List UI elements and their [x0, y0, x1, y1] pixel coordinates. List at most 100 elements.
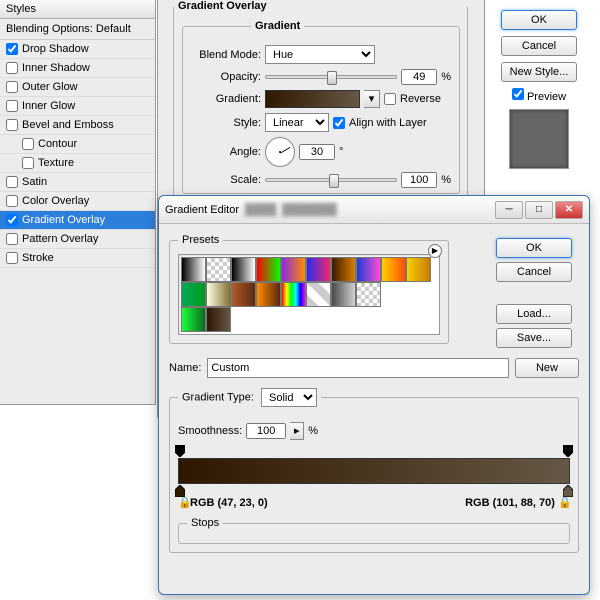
style-checkbox[interactable]: [6, 43, 18, 55]
preset-swatch[interactable]: [381, 257, 406, 282]
preset-swatch[interactable]: [281, 282, 306, 307]
style-label: Texture: [38, 157, 74, 169]
reverse-checkbox[interactable]: [384, 93, 396, 105]
style-item-drop-shadow[interactable]: Drop Shadow: [0, 40, 155, 59]
opacity-input[interactable]: [401, 69, 437, 85]
style-checkbox[interactable]: [6, 119, 18, 131]
save-button[interactable]: Save...: [496, 328, 572, 348]
color-stop-right[interactable]: [563, 485, 573, 497]
style-item-satin[interactable]: Satin: [0, 173, 155, 192]
preset-swatch[interactable]: [206, 282, 231, 307]
align-checkbox[interactable]: [333, 117, 345, 129]
style-checkbox[interactable]: [6, 233, 18, 245]
color-stop-left[interactable]: [175, 485, 185, 497]
styles-header: Styles: [0, 0, 155, 19]
gradient-type-select[interactable]: Solid: [261, 388, 317, 407]
preset-swatch[interactable]: [181, 282, 206, 307]
maximize-icon[interactable]: □: [525, 201, 553, 219]
preset-swatch: [356, 307, 381, 332]
angle-input[interactable]: [299, 144, 335, 160]
cancel-button[interactable]: Cancel: [501, 36, 577, 56]
new-style-button[interactable]: New Style...: [501, 62, 577, 82]
style-item-outer-glow[interactable]: Outer Glow: [0, 78, 155, 97]
gradient-type-fieldset: Gradient Type: Solid Smoothness: ▸ % 🔒RG…: [169, 388, 579, 553]
style-item-inner-glow[interactable]: Inner Glow: [0, 97, 155, 116]
style-label: Inner Shadow: [22, 62, 90, 74]
style-item-color-overlay[interactable]: Color Overlay: [0, 192, 155, 211]
style-label: Style:: [191, 117, 261, 129]
lock-icon: 🔒: [558, 496, 570, 509]
preset-swatch[interactable]: [231, 257, 256, 282]
editor-cancel-button[interactable]: Cancel: [496, 262, 572, 282]
style-label: Inner Glow: [22, 100, 75, 112]
preview-checkbox[interactable]: [512, 88, 524, 100]
scale-slider[interactable]: [265, 178, 397, 182]
ok-button[interactable]: OK: [501, 10, 577, 30]
preset-swatch[interactable]: [206, 307, 231, 332]
scale-unit: %: [441, 174, 451, 186]
style-select[interactable]: Linear: [265, 113, 329, 132]
load-button[interactable]: Load...: [496, 304, 572, 324]
style-checkbox[interactable]: [6, 195, 18, 207]
opacity-label: Opacity:: [191, 71, 261, 83]
close-icon[interactable]: ✕: [555, 201, 583, 219]
preset-swatch: [406, 307, 431, 332]
minimize-icon[interactable]: ─: [495, 201, 523, 219]
style-item-inner-shadow[interactable]: Inner Shadow: [0, 59, 155, 78]
preset-swatch[interactable]: [331, 282, 356, 307]
smoothness-input[interactable]: [246, 423, 286, 439]
style-checkbox[interactable]: [22, 157, 34, 169]
angle-dial[interactable]: [265, 137, 295, 167]
stops-label: Stops: [187, 517, 223, 529]
preset-swatch[interactable]: [406, 257, 431, 282]
preset-swatch[interactable]: [356, 257, 381, 282]
style-checkbox[interactable]: [6, 252, 18, 264]
gradient-dropdown[interactable]: ▾: [364, 90, 380, 108]
preset-swatch[interactable]: [306, 257, 331, 282]
style-item-bevel-and-emboss[interactable]: Bevel and Emboss: [0, 116, 155, 135]
opacity-unit: %: [441, 71, 451, 83]
opacity-stop-left[interactable]: [175, 445, 185, 457]
style-label: Color Overlay: [22, 195, 89, 207]
opacity-slider[interactable]: [265, 75, 397, 79]
preset-swatch[interactable]: [181, 257, 206, 282]
preset-swatch[interactable]: [181, 307, 206, 332]
gradient-swatch[interactable]: [265, 90, 360, 108]
gradient-bar[interactable]: [178, 458, 570, 484]
editor-titlebar[interactable]: Gradient Editor ████ ███████ ─ □ ✕: [159, 196, 589, 224]
preset-swatch[interactable]: [356, 282, 381, 307]
style-checkbox[interactable]: [6, 214, 18, 226]
preset-swatch: [256, 307, 281, 332]
scale-input[interactable]: [401, 172, 437, 188]
style-item-stroke[interactable]: Stroke: [0, 249, 155, 268]
style-item-contour[interactable]: Contour: [0, 135, 155, 154]
lock-icon: 🔒: [178, 496, 190, 509]
preset-swatch[interactable]: [231, 282, 256, 307]
gradient-group-title: Gradient: [251, 20, 304, 32]
smoothness-label: Smoothness:: [178, 425, 242, 437]
preset-swatch[interactable]: [206, 257, 231, 282]
new-button[interactable]: New: [515, 358, 579, 378]
preset-swatch[interactable]: [281, 257, 306, 282]
style-checkbox[interactable]: [22, 138, 34, 150]
editor-ok-button[interactable]: OK: [496, 238, 572, 258]
style-item-pattern-overlay[interactable]: Pattern Overlay: [0, 230, 155, 249]
preset-swatch[interactable]: [256, 257, 281, 282]
style-label: Satin: [22, 176, 47, 188]
name-input[interactable]: [207, 358, 509, 378]
style-item-gradient-overlay[interactable]: Gradient Overlay: [0, 211, 155, 230]
preset-swatch[interactable]: [306, 282, 331, 307]
blurred-text: ████: [245, 204, 276, 216]
style-checkbox[interactable]: [6, 176, 18, 188]
presets-menu-icon[interactable]: ▶: [428, 244, 442, 258]
preset-swatch[interactable]: [256, 282, 281, 307]
opacity-stop-right[interactable]: [563, 445, 573, 457]
style-checkbox[interactable]: [6, 100, 18, 112]
style-item-texture[interactable]: Texture: [0, 154, 155, 173]
blend-mode-select[interactable]: Hue: [265, 45, 375, 64]
preset-swatch[interactable]: [331, 257, 356, 282]
blending-options-row[interactable]: Blending Options: Default: [0, 19, 155, 40]
style-checkbox[interactable]: [6, 62, 18, 74]
style-checkbox[interactable]: [6, 81, 18, 93]
smoothness-dropdown[interactable]: ▸: [290, 422, 304, 440]
